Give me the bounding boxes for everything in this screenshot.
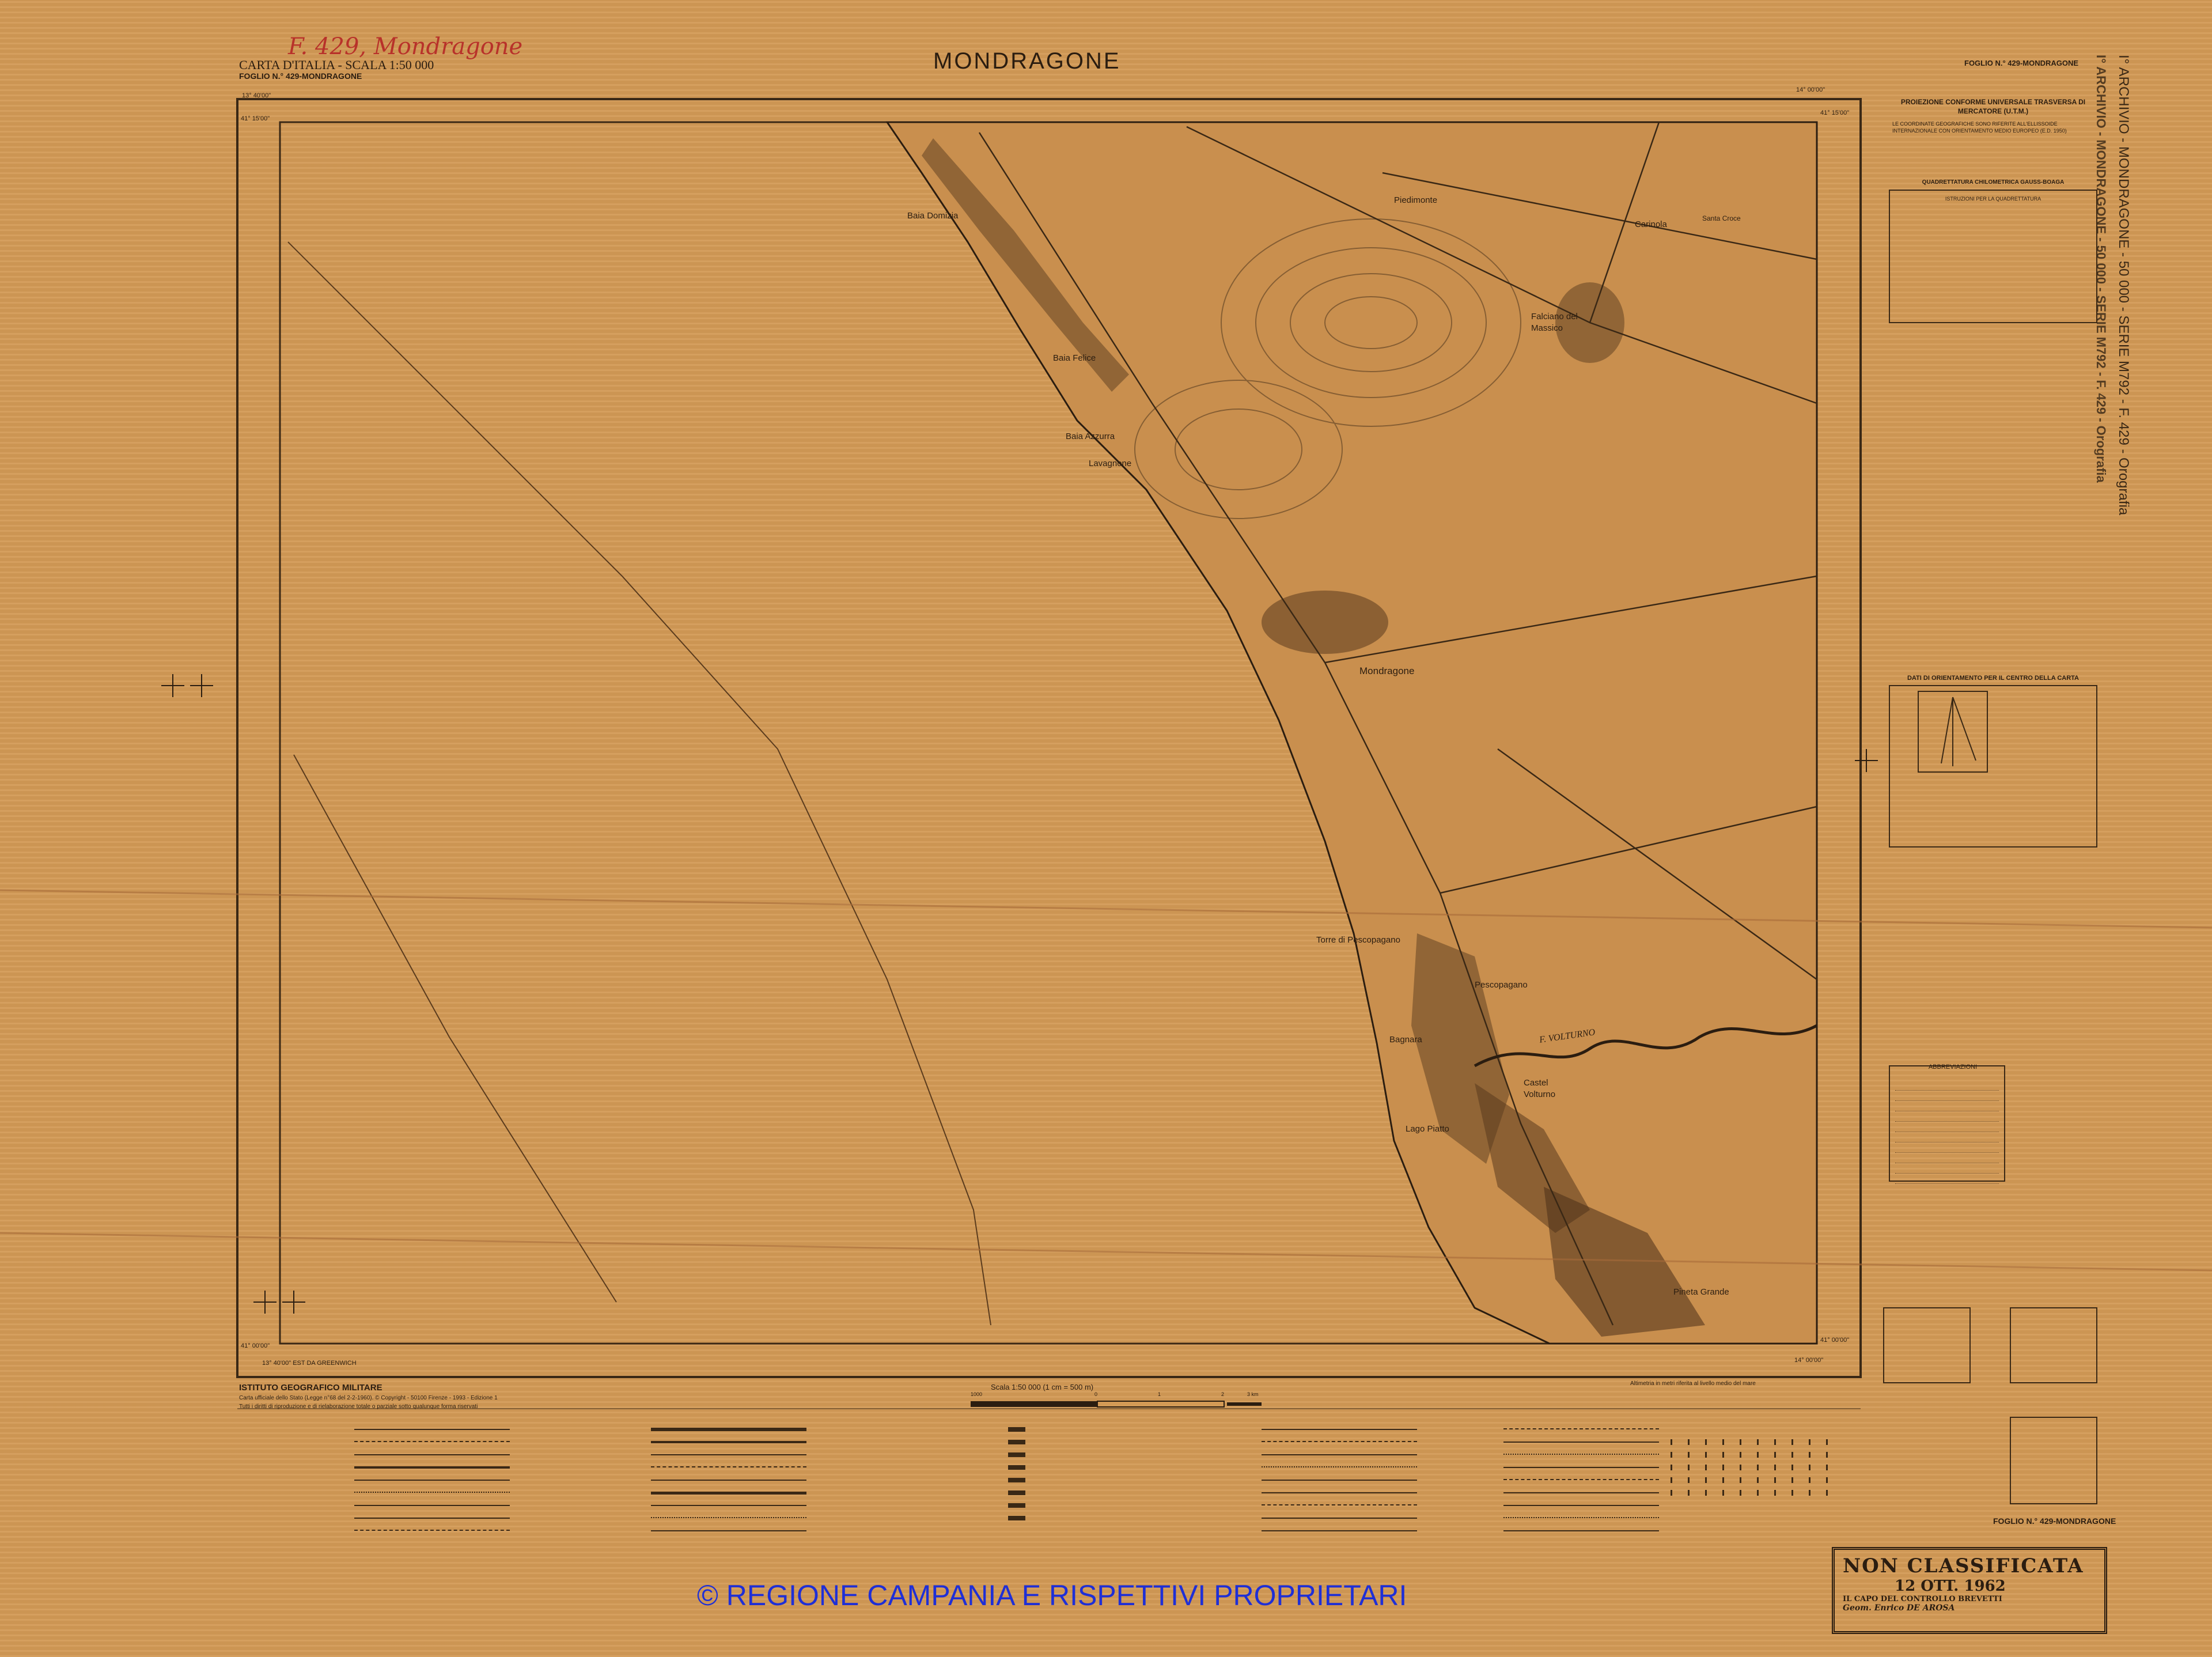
place-pescopagano: Pescopagano bbox=[1475, 980, 1528, 990]
place-castel-volturno: Castel Volturno bbox=[1524, 1078, 1556, 1099]
map-title: MONDRAGONE bbox=[933, 48, 1121, 74]
rights-note: Tutti i diritti di riproduzione e di rie… bbox=[239, 1403, 478, 1410]
place-santa-croce: Santa Croce bbox=[1702, 214, 1741, 222]
legend-column-buildings bbox=[893, 1423, 1169, 1550]
stamp-signature: Geom. Enrico DE AROSA bbox=[1843, 1603, 1955, 1613]
scan-line-artifact bbox=[0, 889, 2212, 929]
place-baia-felice: Baia Felice bbox=[1053, 353, 1096, 363]
place-lavagnone: Lavagnone bbox=[1089, 459, 1132, 468]
institute-name: ISTITUTO GEOGRAFICO MILITARE bbox=[239, 1383, 382, 1393]
mondragone-urban-area bbox=[1262, 591, 1388, 654]
survey-line bbox=[293, 754, 617, 1303]
coord-bottom-right-lon: 14° 00'00" bbox=[1794, 1357, 1824, 1364]
scale-tick-2: 2 bbox=[1221, 1391, 1225, 1397]
coord-bottom-right-lat: 41° 00'00" bbox=[1820, 1337, 1850, 1344]
coord-top-right-lat: 41° 15'00" bbox=[1820, 109, 1850, 116]
stamp-classification: NON CLASSIFICATA bbox=[1843, 1554, 2084, 1577]
handwritten-sheet-note: F. 429, Mondragone bbox=[288, 33, 523, 60]
scale-tick-1: 1 bbox=[1158, 1391, 1161, 1397]
scan-line-artifact bbox=[0, 1232, 2212, 1272]
scale-bar-graphic bbox=[971, 1401, 1262, 1408]
place-piedimonte: Piedimonte bbox=[1394, 195, 1438, 205]
legend-column-vegetation bbox=[1671, 1423, 1843, 1550]
projection-title: PROIEZIONE CONFORME UNIVERSALE TRASVERSA… bbox=[1900, 98, 2086, 115]
coord-bottom-left-lon: 13° 40'00" EST DA GREENWICH bbox=[262, 1360, 357, 1367]
place-falciano-del-massico: Falciano del Massico bbox=[1531, 312, 1578, 333]
place-baia-domizia: Baia Domizia bbox=[907, 211, 959, 221]
grid-subtitle: ISTRUZIONI PER LA QUADRETTATURA bbox=[1945, 196, 2041, 202]
coord-top-right-lon: 14° 00'00" bbox=[1796, 86, 1825, 93]
stamp-office: IL CAPO DEL CONTROLLO BREVETTI bbox=[1843, 1595, 2002, 1603]
place-pineta-grande: Pineta Grande bbox=[1673, 1287, 1729, 1297]
legend-column-railways bbox=[239, 1423, 516, 1550]
altitude-note: Altimetria in metri riferita al livello … bbox=[1630, 1380, 1756, 1387]
series-title: CARTA D'ITALIA - SCALA 1:50 000 bbox=[239, 58, 434, 72]
sheet-label-top-right: FOGLIO N.° 429-MONDRAGONE bbox=[1964, 59, 2079, 67]
place-carinola: Carinola bbox=[1635, 220, 1667, 229]
archive-vertical-label-overprint: I° ARCHIVIO - MONDRAGONE - 50 000 - SERI… bbox=[2094, 55, 2108, 483]
place-lago-piatto: Lago Piatto bbox=[1406, 1124, 1449, 1134]
coord-top-left-lon: 13° 40'00" bbox=[242, 92, 271, 99]
datum-note: LE COORDINATE GEOGRAFICHE SONO RIFERITE … bbox=[1892, 121, 2067, 134]
classification-stamp: NON CLASSIFICATA 12 OTT. 1962 IL CAPO DE… bbox=[1832, 1547, 2107, 1634]
orientation-diagram bbox=[1941, 697, 1976, 766]
scale-tick-0: 0 bbox=[1094, 1391, 1098, 1397]
sheet-number-label: FOGLIO N.° 429-MONDRAGONE bbox=[239, 71, 362, 81]
scale-tick-1000: 1000 bbox=[971, 1391, 983, 1397]
bathymetric-line bbox=[287, 241, 991, 1326]
legend-column-points bbox=[1146, 1423, 1423, 1550]
copyright-note: Carta ufficiale dello Stato (Legge n°68 … bbox=[239, 1395, 498, 1401]
right-panel-boxes bbox=[1883, 190, 2097, 1504]
legend-column-boundaries bbox=[1388, 1423, 1665, 1550]
place-bagnara: Bagnara bbox=[1389, 1035, 1422, 1045]
place-baia-azzurra: Baia Azzurra bbox=[1066, 432, 1115, 441]
coord-top-left-lat: 41° 15'00" bbox=[241, 115, 270, 122]
abbreviations-title: ABBREVIAZIONI bbox=[1928, 1064, 1978, 1070]
coord-bottom-left-lat: 41° 00'00" bbox=[241, 1342, 270, 1349]
orientation-title: DATI DI ORIENTAMENTO PER IL CENTRO DELLA… bbox=[1907, 675, 2079, 682]
scale-label: Scala 1:50 000 (1 cm = 500 m) bbox=[991, 1383, 1094, 1391]
scale-tick-3km: 3 km bbox=[1247, 1391, 1259, 1397]
stamp-date: 12 OTT. 1962 bbox=[1895, 1577, 2006, 1595]
abbreviations-list bbox=[1895, 1080, 1999, 1184]
land-area bbox=[885, 121, 1818, 1345]
place-mondragone: Mondragone bbox=[1359, 665, 1415, 676]
grid-title: QUADRETTATURA CHILOMETRICA GAUSS-BOAGA bbox=[1922, 179, 2065, 186]
legend-column-roads bbox=[536, 1423, 812, 1550]
copyright-watermark: © REGIONE CAMPANIA E RISPETTIVI PROPRIET… bbox=[697, 1579, 1407, 1611]
sheet-label-bottom-right: FOGLIO N.° 429-MONDRAGONE bbox=[1993, 1516, 2116, 1526]
place-torre-di-pescopagano: Torre di Pescopagano bbox=[1316, 935, 1400, 945]
archive-vertical-label: I° ARCHIVIO - MONDRAGONE - 50 000 - SERI… bbox=[2116, 55, 2131, 516]
